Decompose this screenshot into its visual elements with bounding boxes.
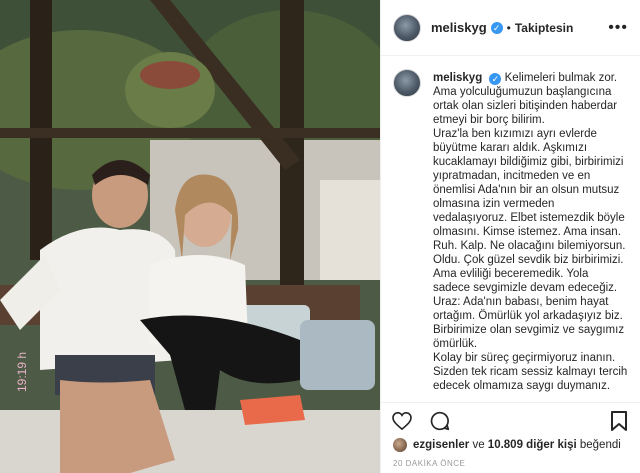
- photo-timestamp-overlay: 19:19 h: [15, 352, 29, 392]
- heart-icon[interactable]: [391, 410, 413, 432]
- more-options-icon[interactable]: •••: [608, 19, 628, 37]
- caption-area: meliskyg ✓ Kelimeleri bulmak zor. Ama yo…: [381, 57, 640, 400]
- likes-suffix: beğendi: [576, 439, 621, 451]
- caption-avatar[interactable]: [393, 69, 421, 97]
- profile-avatar[interactable]: [393, 13, 421, 42]
- likes-summary: ezgisenler ve 10.809 diğer kişi beğendi: [393, 438, 628, 452]
- following-status-button[interactable]: Takiptesin: [515, 21, 573, 35]
- caption-paragraph-2: Ama yolculuğumuzun başlangıcına ortak ol…: [433, 86, 618, 126]
- action-bar: [381, 402, 640, 438]
- caption-line-1: meliskyg ✓ Kelimeleri bulmak zor.: [433, 71, 628, 85]
- photo-illustration: 19:19 h: [0, 0, 380, 473]
- first-liker-username[interactable]: ezgisenler: [413, 439, 469, 451]
- header-username[interactable]: meliskyg: [431, 20, 487, 35]
- verified-badge-icon: ✓: [490, 21, 503, 34]
- caption-paragraph-3: Uraz'la ben kızımızı ayrı evlerde büyütm…: [433, 128, 626, 294]
- post-sidebar: meliskyg ✓ • Takiptesin ••• meliskyg ✓ K…: [380, 0, 640, 473]
- caption-paragraph-5: Kolay bir süreç geçirmiyoruz inanın. Siz…: [433, 352, 628, 392]
- comment-icon[interactable]: [429, 410, 451, 432]
- post-photo[interactable]: 19:19 h: [0, 0, 380, 473]
- caption-intro: Kelimeleri bulmak zor.: [504, 72, 618, 84]
- caption-comment: meliskyg ✓ Kelimeleri bulmak zor. Ama yo…: [393, 69, 628, 393]
- caption-text: meliskyg ✓ Kelimeleri bulmak zor. Ama yo…: [433, 71, 628, 393]
- post-timestamp[interactable]: 20 DAKİKA ÖNCE: [393, 459, 465, 468]
- caption-verified-badge-icon: ✓: [489, 73, 502, 85]
- liker-avatar[interactable]: [393, 438, 407, 452]
- separator-dot: •: [506, 20, 511, 35]
- likes-connector: ve: [469, 439, 488, 451]
- bookmark-icon[interactable]: [608, 410, 630, 432]
- likes-count-link[interactable]: 10.809 diğer kişi: [488, 439, 577, 451]
- caption-paragraph-4: Uraz: Ada'nın babası, benim hayat ortağı…: [433, 296, 625, 350]
- caption-username[interactable]: meliskyg: [433, 72, 482, 84]
- post-header: meliskyg ✓ • Takiptesin •••: [381, 0, 640, 56]
